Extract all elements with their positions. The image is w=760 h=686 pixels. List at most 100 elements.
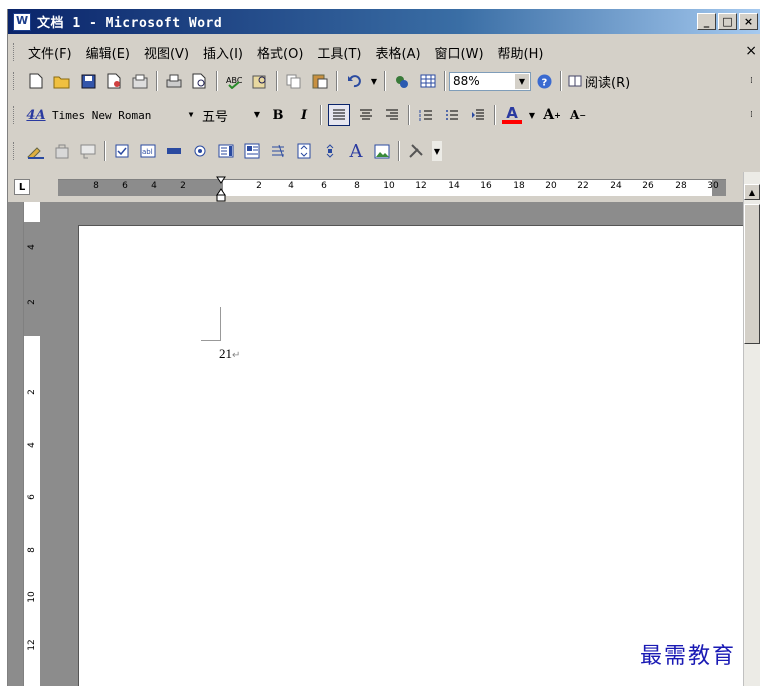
toolbar-grip[interactable] bbox=[13, 72, 17, 90]
align-center-icon bbox=[360, 109, 372, 120]
listbox-icon[interactable] bbox=[216, 141, 236, 161]
toolbar-grip[interactable] bbox=[13, 106, 17, 124]
ruler-tick-label: 24 bbox=[610, 181, 622, 191]
font-color-button[interactable]: A bbox=[502, 104, 522, 124]
ruler-tick-label: 28 bbox=[675, 181, 687, 191]
scroll-up-button[interactable]: ▲ bbox=[744, 184, 760, 200]
combobox-icon[interactable] bbox=[164, 141, 184, 161]
document-close-button[interactable]: × bbox=[745, 43, 757, 59]
email-icon[interactable] bbox=[130, 71, 150, 91]
read-mode-button[interactable]: 阅读(R) bbox=[568, 71, 630, 91]
image-icon[interactable] bbox=[372, 141, 392, 161]
menu-window[interactable]: 窗口(W) bbox=[430, 43, 493, 62]
paste-icon[interactable] bbox=[310, 71, 330, 91]
save-icon[interactable] bbox=[78, 71, 98, 91]
undo-icon[interactable] bbox=[344, 71, 364, 91]
chevron-down-icon[interactable]: ▼ bbox=[250, 107, 264, 122]
toolbox-icon[interactable] bbox=[406, 141, 426, 161]
print-preview-icon[interactable] bbox=[190, 71, 210, 91]
italic-button[interactable]: I bbox=[294, 105, 314, 125]
align-justify-button[interactable] bbox=[328, 104, 350, 126]
menu-edit[interactable]: 编辑(E) bbox=[81, 43, 139, 62]
help-icon[interactable]: ? bbox=[534, 71, 554, 91]
zoom-combo[interactable]: 88% ▼ bbox=[449, 71, 531, 91]
frame-icon[interactable] bbox=[242, 141, 262, 161]
ruler-tick-label: 6 bbox=[122, 181, 128, 191]
document-page[interactable]: 21↵ 最需教育 bbox=[78, 225, 744, 686]
permission-icon[interactable] bbox=[104, 71, 124, 91]
ruler-tick-label: 2 bbox=[27, 389, 37, 395]
align-right-button[interactable] bbox=[382, 105, 402, 125]
menu-format[interactable]: 格式(O) bbox=[252, 43, 312, 62]
forms-toolbar: abl A ▼ bbox=[8, 136, 760, 166]
horizontal-ruler[interactable]: 8 6 4 2 2 4 6 8 10 12 14 16 18 20 22 24 26 28 30 bbox=[58, 176, 726, 202]
document-workspace: 422468101214 21↵ 最需教育 bbox=[8, 202, 744, 686]
toolbar-options-icon[interactable]: ▼ bbox=[432, 141, 442, 161]
toolbar-options-icon[interactable]: ⁞ bbox=[750, 76, 758, 86]
scrollbar-icon[interactable] bbox=[268, 141, 288, 161]
standard-toolbar: ABC ▼ 88% ▼ ? 阅读(R) ⁞ bbox=[8, 66, 760, 96]
toolbar-grip[interactable] bbox=[13, 142, 17, 160]
scroll-spin-icon[interactable] bbox=[320, 141, 340, 161]
numbering-button[interactable] bbox=[416, 105, 436, 125]
spelling-icon[interactable]: ABC bbox=[224, 71, 244, 91]
vertical-scrollbar[interactable]: ▲ bbox=[743, 172, 760, 686]
shrink-font-label: A bbox=[569, 108, 580, 122]
option-button-icon[interactable] bbox=[190, 141, 210, 161]
research-icon[interactable] bbox=[250, 71, 270, 91]
indent-marker-icon[interactable] bbox=[216, 176, 226, 202]
menu-grip[interactable] bbox=[13, 43, 17, 61]
bold-button[interactable]: B bbox=[268, 105, 288, 125]
formatting-toolbar: 4A Times New Roman ▼ 五号 ▼ B I A ▼ A + A − … bbox=[8, 100, 760, 130]
font-size-combo[interactable]: 五号 ▼ bbox=[199, 106, 265, 125]
ruler-tick-label: 22 bbox=[577, 181, 589, 191]
chevron-down-icon[interactable]: ▼ bbox=[184, 107, 198, 122]
minimize-button[interactable]: _ bbox=[697, 13, 716, 30]
vertical-ruler[interactable]: 422468101214 bbox=[23, 202, 40, 686]
menu-table[interactable]: 表格(A) bbox=[371, 43, 430, 62]
undo-dropdown-icon[interactable]: ▼ bbox=[370, 71, 378, 91]
font-name-combo[interactable]: Times New Roman ▼ bbox=[49, 106, 199, 125]
left-margin-area bbox=[58, 180, 223, 196]
menu-insert[interactable]: 插入(I) bbox=[198, 43, 252, 62]
ruler-tick-label: 6 bbox=[321, 181, 327, 191]
textbox-field-icon[interactable]: abl bbox=[138, 141, 158, 161]
tab-selector[interactable]: L bbox=[14, 179, 30, 195]
shrink-font-button[interactable]: A − bbox=[568, 105, 588, 125]
toolbar-separator bbox=[156, 71, 158, 91]
properties-icon[interactable] bbox=[52, 141, 72, 161]
toolbar-separator bbox=[216, 71, 218, 91]
toolbar-options-icon[interactable]: ⁞ bbox=[750, 110, 758, 120]
draw-icon[interactable] bbox=[26, 141, 46, 161]
word-app-icon[interactable] bbox=[13, 12, 31, 31]
checkbox-icon[interactable] bbox=[112, 141, 132, 161]
menu-help[interactable]: 帮助(H) bbox=[493, 43, 553, 62]
new-icon[interactable] bbox=[26, 71, 46, 91]
align-center-button[interactable] bbox=[356, 105, 376, 125]
spin-icon[interactable] bbox=[294, 141, 314, 161]
numbered-list-icon bbox=[419, 110, 432, 121]
bullets-button[interactable] bbox=[442, 105, 462, 125]
maximize-button[interactable]: □ bbox=[718, 13, 737, 30]
ruler-tick-label: 8 bbox=[93, 181, 99, 191]
hyperlink-icon[interactable] bbox=[392, 71, 412, 91]
increase-indent-button[interactable] bbox=[468, 105, 488, 125]
scroll-thumb[interactable] bbox=[744, 204, 760, 344]
close-button[interactable]: × bbox=[739, 13, 758, 30]
copy-icon[interactable] bbox=[284, 71, 304, 91]
align-right-icon bbox=[386, 109, 398, 120]
styles-icon[interactable]: 4A bbox=[26, 105, 46, 125]
shading-icon[interactable] bbox=[78, 141, 98, 161]
font-color-dropdown-icon[interactable]: ▼ bbox=[528, 105, 536, 125]
chevron-down-icon[interactable]: ▼ bbox=[515, 73, 529, 89]
table-icon[interactable] bbox=[418, 71, 438, 91]
menu-file[interactable]: 文件(F) bbox=[23, 43, 81, 62]
open-icon[interactable] bbox=[52, 71, 72, 91]
document-paragraph[interactable]: 21↵ bbox=[219, 346, 240, 362]
print-icon[interactable] bbox=[164, 71, 184, 91]
grow-font-button[interactable]: A + bbox=[542, 105, 562, 125]
menu-tools[interactable]: 工具(T) bbox=[312, 43, 370, 62]
toolbar-separator bbox=[560, 71, 562, 91]
menu-view[interactable]: 视图(V) bbox=[139, 43, 198, 62]
label-icon[interactable]: A bbox=[346, 141, 366, 162]
